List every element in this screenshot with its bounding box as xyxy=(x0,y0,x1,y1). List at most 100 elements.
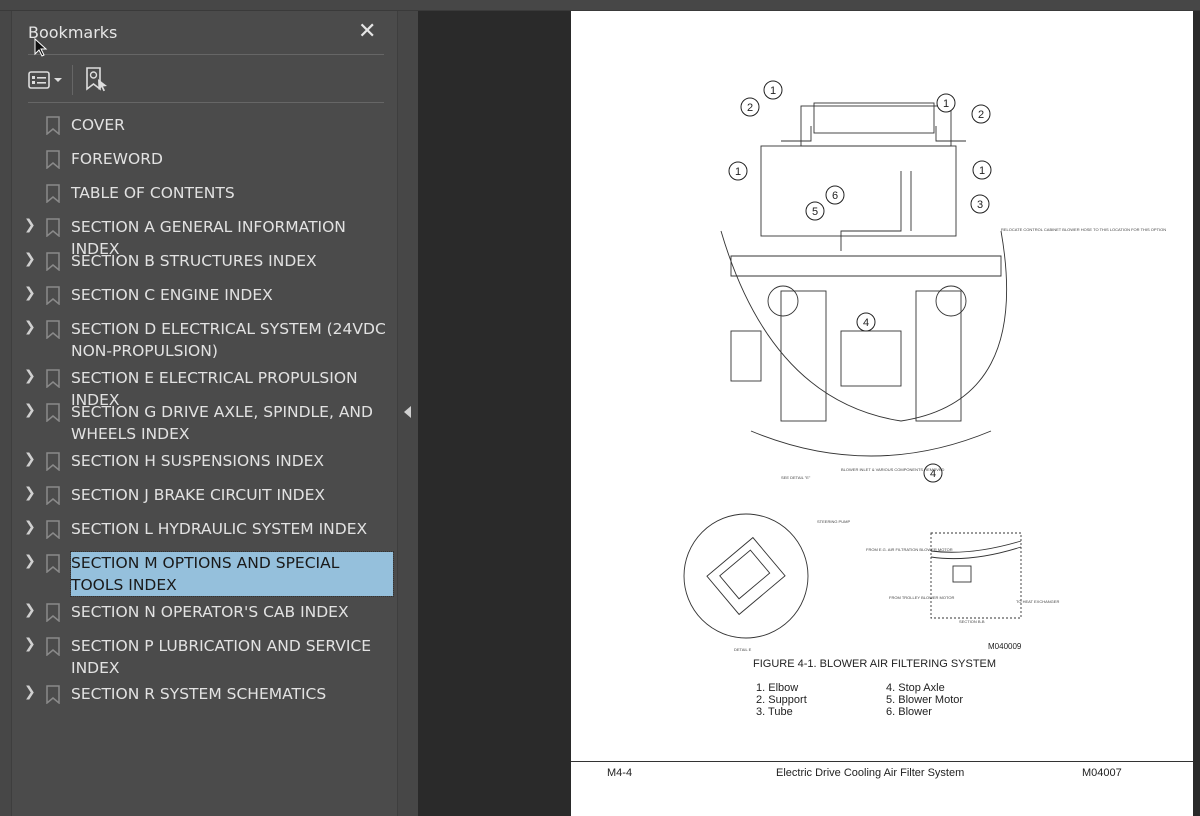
bookmark-label[interactable]: SECTION L HYDRAULIC SYSTEM INDEX xyxy=(71,518,393,540)
top-toolbar xyxy=(0,0,1200,11)
bookmark-icon xyxy=(46,637,60,656)
bookmark-icon xyxy=(46,150,60,169)
collapse-panel-icon[interactable] xyxy=(404,406,411,418)
svg-text:3: 3 xyxy=(977,199,983,211)
right-edge xyxy=(1193,11,1200,816)
bookmark-icon xyxy=(46,286,60,305)
chevron-right-icon[interactable]: ❯ xyxy=(24,285,36,301)
bookmark-icon xyxy=(46,520,60,539)
svg-text:4: 4 xyxy=(863,317,869,329)
chevron-right-icon[interactable]: ❯ xyxy=(24,451,36,467)
chevron-right-icon[interactable]: ❯ xyxy=(24,402,36,418)
bookmark-icon xyxy=(46,452,60,471)
bookmark-label[interactable]: SECTION M OPTIONS AND SPECIAL TOOLS INDE… xyxy=(70,551,394,597)
bookmark-icon xyxy=(46,685,60,704)
legend-item: 6. Blower xyxy=(886,706,932,718)
callout-4: 4 xyxy=(856,312,876,332)
document-page: 1 2 1 2 1 1 6 3 5 4 4 RELOCATE CONTROL C… xyxy=(571,11,1193,816)
bookmark-label[interactable]: COVER xyxy=(71,114,393,136)
bookmark-label[interactable]: SECTION P LUBRICATION AND SERVICE INDEX xyxy=(71,635,393,679)
footer-rule xyxy=(571,761,1193,762)
bookmark-icon xyxy=(46,603,60,622)
close-icon[interactable]: ✕ xyxy=(358,19,376,44)
bookmark-icon xyxy=(46,554,60,573)
legend-item: 1. Elbow xyxy=(756,682,799,694)
bookmark-icon xyxy=(46,116,60,135)
callout-1: 1 xyxy=(728,161,748,181)
bookmark-label[interactable]: SECTION H SUSPENSIONS INDEX xyxy=(71,450,393,472)
find-current-bookmark-icon[interactable] xyxy=(85,67,109,93)
chevron-right-icon[interactable]: ❯ xyxy=(24,553,36,569)
divider xyxy=(28,102,384,103)
chevron-right-icon[interactable]: ❯ xyxy=(24,636,36,652)
bookmark-icon xyxy=(46,320,60,339)
svg-text:5: 5 xyxy=(812,206,818,218)
divider xyxy=(72,65,73,95)
legend-item: 5. Blower Motor xyxy=(886,694,964,706)
list-options-icon xyxy=(28,71,50,89)
svg-text:2: 2 xyxy=(978,109,984,121)
bookmark-icon xyxy=(46,403,60,422)
note-removed: BLOWER INLET & VARIOUS COMPONENTS REMOVE… xyxy=(841,467,945,472)
bookmark-icon xyxy=(46,184,60,203)
bookmark-icon xyxy=(46,218,60,237)
chevron-right-icon[interactable]: ❯ xyxy=(24,485,36,501)
figure-caption: FIGURE 4-1. BLOWER AIR FILTERING SYSTEM xyxy=(753,658,997,670)
callout-3: 3 xyxy=(970,194,990,214)
drawing-number: M040009 xyxy=(988,642,1022,651)
svg-text:6: 6 xyxy=(832,190,838,202)
legend-column-1: 1. Elbow 2. Support 3. Tube xyxy=(756,682,807,718)
footer-page-number: M4-4 xyxy=(607,767,633,779)
bookmark-label[interactable]: SECTION R SYSTEM SCHEMATICS xyxy=(71,683,393,705)
chevron-right-icon[interactable]: ❯ xyxy=(24,602,36,618)
chevron-right-icon[interactable]: ❯ xyxy=(24,368,36,384)
note-from-eg: FROM E.G. AIR FILTRATION BLOWER MOTOR xyxy=(866,547,953,552)
note-to-heat: TO HEAT EXCHANGER xyxy=(1016,599,1059,604)
note-from-trolley: FROM TROLLEY BLOWER MOTOR xyxy=(889,595,954,600)
note-see-detail: SEE DETAIL "E" xyxy=(781,475,811,480)
panel-splitter[interactable] xyxy=(397,11,418,816)
note-detail-e: DETAIL E xyxy=(734,647,752,652)
callout-1: 1 xyxy=(763,80,783,100)
chevron-down-icon xyxy=(54,78,62,82)
bookmark-label[interactable]: TABLE OF CONTENTS xyxy=(71,182,393,204)
chevron-right-icon[interactable]: ❯ xyxy=(24,217,36,233)
bookmark-label[interactable]: SECTION G DRIVE AXLE, SPINDLE, AND WHEEL… xyxy=(71,401,393,445)
bookmark-label[interactable]: SECTION C ENGINE INDEX xyxy=(71,284,393,306)
left-rail xyxy=(0,11,11,816)
chevron-right-icon[interactable]: ❯ xyxy=(24,319,36,335)
options-button[interactable] xyxy=(28,71,62,89)
callout-5: 5 xyxy=(805,201,825,221)
callout-1: 1 xyxy=(936,93,956,113)
callout-1: 1 xyxy=(972,160,992,180)
blower-system-drawing: 1 2 1 2 1 1 6 3 5 4 4 RELOCATE CONTROL C… xyxy=(683,80,1166,652)
legend-item: 3. Tube xyxy=(756,706,793,718)
svg-text:1: 1 xyxy=(943,98,949,110)
note-relocate: RELOCATE CONTROL CABINET BLOWER HOSE TO … xyxy=(1001,227,1166,232)
svg-text:2: 2 xyxy=(747,102,753,114)
legend-item: 4. Stop Axle xyxy=(886,682,945,694)
svg-text:1: 1 xyxy=(735,166,741,178)
footer-doc-code: M04007 xyxy=(1082,767,1122,779)
chevron-right-icon[interactable]: ❯ xyxy=(24,251,36,267)
callout-2: 2 xyxy=(740,97,760,117)
bookmark-icon xyxy=(46,369,60,388)
bookmark-label[interactable]: SECTION D ELECTRICAL SYSTEM (24VDC NON-P… xyxy=(71,318,393,362)
bookmark-label[interactable]: SECTION J BRAKE CIRCUIT INDEX xyxy=(71,484,393,506)
bookmarks-panel: Bookmarks ✕ COVER FOREWORD TABLE OF CONTEN… xyxy=(11,11,397,816)
callout-2: 2 xyxy=(971,104,991,124)
legend-column-2: 4. Stop Axle 5. Blower Motor 6. Blower xyxy=(886,682,963,718)
bookmark-label[interactable]: FOREWORD xyxy=(71,148,393,170)
callout-6: 6 xyxy=(825,185,845,205)
note-section-bb: SECTION B-B xyxy=(959,619,985,624)
svg-text:1: 1 xyxy=(979,165,985,177)
bookmark-label[interactable]: SECTION B STRUCTURES INDEX xyxy=(71,250,393,272)
svg-text:1: 1 xyxy=(770,85,776,97)
chevron-right-icon[interactable]: ❯ xyxy=(24,684,36,700)
chevron-right-icon[interactable]: ❯ xyxy=(24,519,36,535)
footer-title: Electric Drive Cooling Air Filter System xyxy=(776,767,965,779)
legend-item: 2. Support xyxy=(756,694,807,706)
divider xyxy=(28,54,384,55)
mouse-cursor-icon xyxy=(34,38,48,57)
bookmark-label[interactable]: SECTION N OPERATOR'S CAB INDEX xyxy=(71,601,393,623)
